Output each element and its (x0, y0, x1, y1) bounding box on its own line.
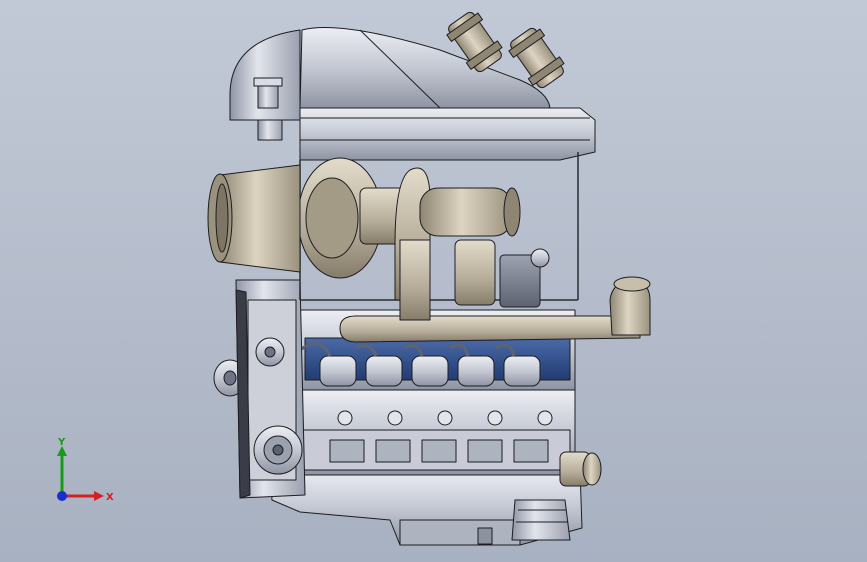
x-axis-arrowhead (94, 491, 104, 501)
ignition-coils[interactable] (319, 355, 541, 387)
wastegate[interactable] (454, 239, 550, 308)
turbocharger[interactable] (207, 157, 411, 279)
axis-triad-graphic: Y X (57, 437, 114, 503)
z-axis-dot (57, 491, 67, 501)
starter-motor[interactable] (559, 451, 602, 487)
engine-block[interactable] (294, 389, 576, 476)
oil-pan[interactable] (269, 469, 583, 546)
alternator[interactable] (253, 425, 303, 475)
x-axis-label: X (106, 492, 114, 503)
idler-pulley[interactable] (255, 337, 285, 367)
y-axis-label: Y (57, 437, 66, 448)
engine-3d-model[interactable] (0, 0, 867, 562)
axis-triad: Y X (40, 436, 130, 516)
cad-viewport[interactable]: Y X (0, 0, 867, 562)
